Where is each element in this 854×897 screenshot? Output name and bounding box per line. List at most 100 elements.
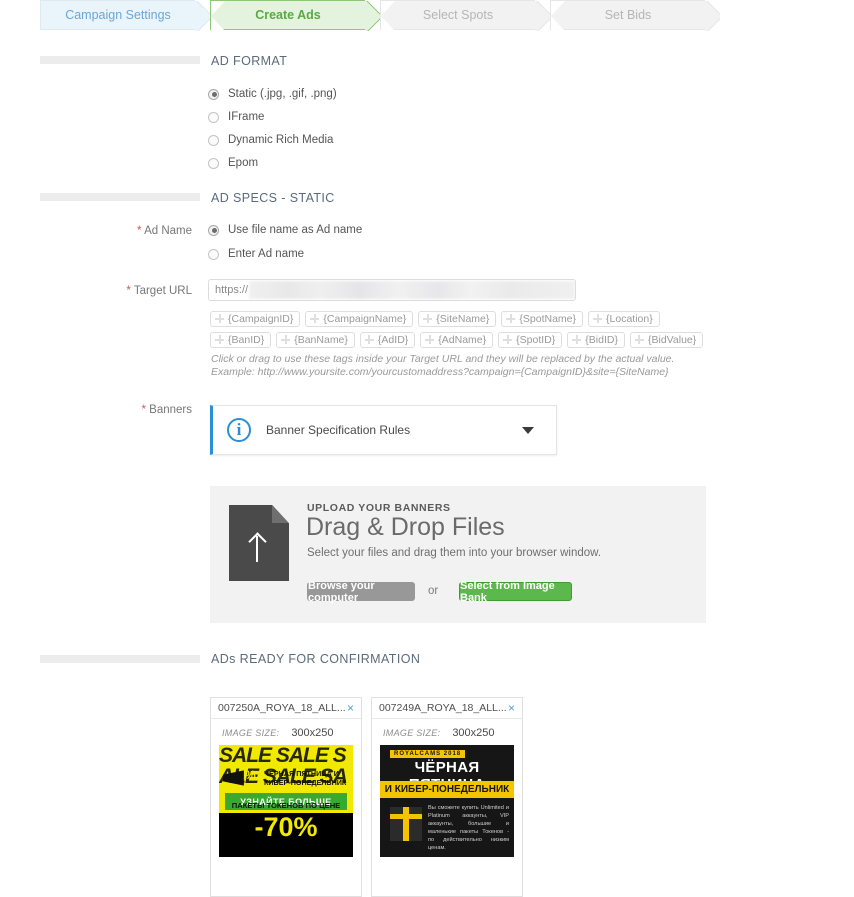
drag-move-icon <box>593 314 603 323</box>
step-notch <box>551 1 565 31</box>
drag-move-icon <box>281 335 291 344</box>
wizard-step-select-spots[interactable]: Select Spots <box>380 0 535 31</box>
wizard-step-set-bids[interactable]: Set Bids <box>550 0 705 31</box>
up-arrow-icon <box>256 536 258 562</box>
chevron-down-icon[interactable] <box>522 426 534 434</box>
image-size-value: 300x250 <box>452 727 495 739</box>
macro-tag-spotname[interactable]: {SpotName} <box>501 311 584 327</box>
creative-discount-block: -70% <box>219 813 353 857</box>
wizard-step-label: Select Spots <box>422 8 494 22</box>
macro-tag-location[interactable]: {Location} <box>588 311 660 327</box>
upload-dropzone[interactable]: UPLOAD YOUR BANNERS Drag & Drop Files Se… <box>210 486 706 623</box>
radio-ad-format-epom[interactable]: Epom <box>208 157 258 169</box>
browse-computer-button[interactable]: Browse your computer <box>307 580 415 604</box>
hint-line-1: Click or drag to use these tags inside y… <box>211 353 675 365</box>
macro-tag-row: {BanID} {BanName} {AdID} {AdName} {SpotI… <box>210 332 704 348</box>
section-placeholder-bar <box>40 193 200 201</box>
wizard-step-label: Create Ads <box>255 8 321 22</box>
macro-tag-banname[interactable]: {BanName} <box>276 332 355 348</box>
macro-tag-label: {SpotName} <box>519 312 577 325</box>
radio-ad-format-dynamic-rich-media[interactable]: Dynamic Rich Media <box>208 134 333 146</box>
macro-tag-adname[interactable]: {AdName} <box>420 332 494 348</box>
label-text: Ad Name <box>144 225 192 237</box>
radio-use-file-name[interactable]: Use file name as Ad name <box>208 224 362 236</box>
radio-enter-ad-name[interactable]: Enter Ad name <box>208 248 304 260</box>
macro-tag-spotid[interactable]: {SpotID} <box>498 332 563 348</box>
radio-button[interactable] <box>208 134 219 146</box>
section-placeholder-bar <box>40 655 200 663</box>
ad-card-meta: IMAGE SIZE: 300x250 <box>372 719 522 745</box>
drag-move-icon <box>572 335 582 344</box>
required-marker: * <box>126 285 131 297</box>
select-from-image-bank-button[interactable]: Select from Image Bank <box>459 580 572 604</box>
ad-card-header: 007250A_ROYA_18_ALL... × <box>211 698 361 719</box>
section-placeholder-bar <box>40 56 200 64</box>
radio-ad-format-iframe[interactable]: IFrame <box>208 111 264 123</box>
radio-button[interactable] <box>208 157 219 169</box>
drag-move-icon <box>364 335 374 344</box>
radio-button[interactable] <box>208 88 219 100</box>
creative-brand-tag: ROYALCAMS 2018 <box>390 750 466 758</box>
ad-creative-preview: ROYALCAMS 2018 ЧЁРНАЯ ПЯТНИЦА И КИБЕР-ПО… <box>380 745 514 857</box>
macro-tag-sitename[interactable]: {SiteName} <box>418 311 497 327</box>
ad-creative-preview: SALE SALE SALE SALE SALE SALE % ЧЁРНАЯ П… <box>219 745 353 857</box>
step-arrow-cap <box>705 1 720 31</box>
ad-card-meta: IMAGE SIZE: 300x250 <box>211 719 361 745</box>
wizard-step-label: Set Bids <box>604 8 652 22</box>
drag-move-icon <box>215 335 224 344</box>
label-target-url: * Target URL <box>42 285 192 297</box>
label-text: Target URL <box>133 285 192 297</box>
creative-discount-value: -70% <box>254 812 318 842</box>
macro-tag-label: {AdName} <box>438 333 487 346</box>
radio-button[interactable] <box>208 224 219 236</box>
upload-subtitle: Select your files and drag them into you… <box>307 547 602 559</box>
wizard-step-create-ads[interactable]: Create Ads <box>210 0 365 31</box>
radio-button[interactable] <box>208 248 219 260</box>
macro-tag-bidid[interactable]: {BidID} <box>567 332 625 348</box>
close-icon[interactable]: × <box>506 702 517 714</box>
close-icon[interactable]: × <box>345 702 356 714</box>
step-arrow-cap <box>195 1 210 31</box>
macro-tag-adid[interactable]: {AdID} <box>359 332 416 348</box>
drag-move-icon <box>634 335 644 344</box>
radio-label: Dynamic Rich Media <box>228 134 334 146</box>
step-arrow-cap <box>365 1 380 31</box>
info-icon: i <box>227 418 251 442</box>
radio-ad-format-static[interactable]: Static (.jpg, .gif, .png) <box>208 88 337 100</box>
macro-tag-campaignid[interactable]: {CampaignID} <box>210 311 301 327</box>
gift-box-icon <box>390 807 422 841</box>
file-corner-fold <box>272 505 289 523</box>
macro-tag-bidvalue[interactable]: {BidValue} <box>629 332 704 348</box>
drag-move-icon <box>310 314 320 323</box>
creative-headline: ЧЁРНАЯ ПЯТНИЦА И КИБЕР-ПОНЕДЕЛЬНИК <box>264 769 346 787</box>
banner-specification-rules-accordion[interactable]: i Banner Specification Rules <box>210 405 557 455</box>
or-separator: or <box>428 585 439 597</box>
macro-tag-label: {AdID} <box>377 333 409 346</box>
step-notch <box>381 1 395 31</box>
ad-card[interactable]: 007249A_ROYA_18_ALL... × IMAGE SIZE: 300… <box>371 697 523 897</box>
step-arrow-cap <box>535 1 550 31</box>
radio-label: IFrame <box>228 111 265 123</box>
target-url-input[interactable]: https:// <box>208 279 576 301</box>
macro-tag-label: {BanID} <box>228 333 265 346</box>
macro-tag-label: {SiteName} <box>436 312 490 325</box>
macro-tag-label: {BidID} <box>585 333 618 346</box>
macro-tag-banid[interactable]: {BanID} <box>210 332 272 348</box>
accordion-title: Banner Specification Rules <box>266 423 411 437</box>
image-size-label: IMAGE SIZE: <box>383 728 441 738</box>
drag-move-icon <box>506 314 516 323</box>
radio-button[interactable] <box>208 111 219 123</box>
macro-tag-list: {CampaignID} {CampaignName} {SiteName} {… <box>210 311 704 353</box>
step-notch <box>211 1 225 31</box>
macro-tag-label: {BidValue} <box>647 333 697 346</box>
macro-tag-label: {SpotID} <box>516 333 556 346</box>
image-size-value: 300x250 <box>291 727 334 739</box>
ad-card[interactable]: 007250A_ROYA_18_ALL... × IMAGE SIZE: 300… <box>210 697 362 897</box>
wizard-step-label: Campaign Settings <box>65 8 171 22</box>
ad-specs-title: AD SPECS - STATIC <box>211 191 335 205</box>
macro-tag-campaignname[interactable]: {CampaignName} <box>305 311 414 327</box>
ad-card-name: 007250A_ROYA_18_ALL... <box>218 702 345 714</box>
macro-tag-hint: Click or drag to use these tags inside y… <box>211 353 674 379</box>
radio-label: Use file name as Ad name <box>228 224 363 236</box>
wizard-step-campaign-settings[interactable]: Campaign Settings <box>40 0 195 30</box>
